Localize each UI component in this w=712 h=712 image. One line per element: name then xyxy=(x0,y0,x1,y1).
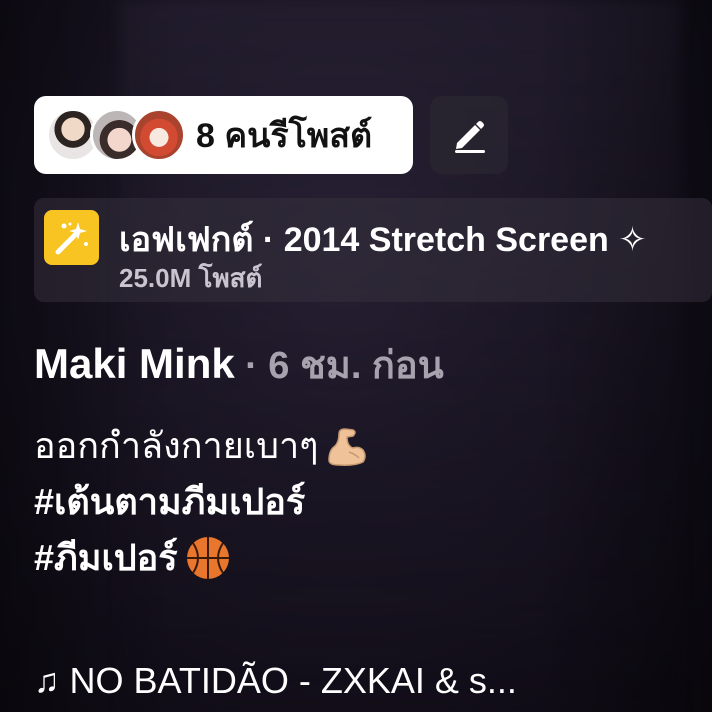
basketball-emoji xyxy=(186,537,229,579)
reposts-label: 8 คนรีโพสต์ xyxy=(196,117,373,155)
music-note-icon: ♫ xyxy=(34,661,60,700)
author-name[interactable]: Maki Mink xyxy=(34,340,235,387)
sparkle-wand-icon xyxy=(44,210,99,265)
author-row: Maki Mink · 6 ชม. ก่อน xyxy=(34,334,444,395)
reposts-button[interactable]: 8 คนรีโพสต์ xyxy=(34,96,413,174)
effect-bar[interactable]: เอฟเฟกต์ · 2014 Stretch Screen ✧ 25.0M โ… xyxy=(34,198,712,302)
caption-text: ออกกำลังกายเบาๆ xyxy=(34,425,319,466)
avatar xyxy=(132,108,186,162)
separator-dot: · xyxy=(245,345,258,387)
hashtag-text[interactable]: #ภีมเปอร์ xyxy=(34,530,178,586)
hashtag[interactable]: #เต้นตามภีมเปอร์ xyxy=(34,474,369,530)
caption: ออกกำลังกายเบาๆ #เต้นตามภีมเปอร์ #ภีมเปอ… xyxy=(34,418,369,586)
music-row[interactable]: ♫ NO BATIDÃO - ZXKAI & s... xyxy=(34,660,517,702)
repost-avatars xyxy=(46,106,186,164)
caption-line: ออกกำลังกายเบาๆ xyxy=(34,418,369,474)
hashtag[interactable]: #ภีมเปอร์ xyxy=(34,530,369,586)
pencil-icon xyxy=(455,121,485,153)
edit-button[interactable] xyxy=(430,96,508,174)
effect-post-count: 25.0M โพสต์ xyxy=(119,263,263,293)
hashtag-text[interactable]: #เต้นตามภีมเปอร์ xyxy=(34,474,305,530)
flexed-biceps-emoji xyxy=(327,428,366,466)
post-time: 6 ชม. ก่อน xyxy=(268,345,444,387)
music-title: NO BATIDÃO - ZXKAI & s... xyxy=(69,660,517,701)
